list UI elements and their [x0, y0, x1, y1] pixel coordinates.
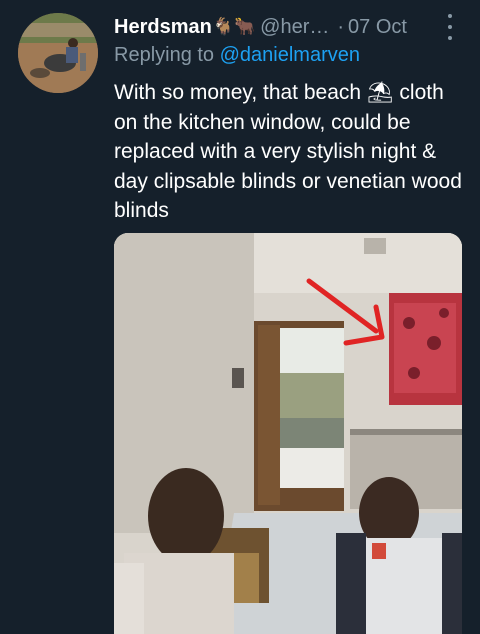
avatar-image — [18, 13, 98, 93]
tweet-media[interactable] — [114, 233, 462, 634]
display-name[interactable]: Herdsman — [114, 16, 212, 39]
replying-to-line: Replying to @danielmarven — [114, 44, 360, 67]
avatar[interactable] — [18, 13, 98, 93]
name-emojis: 🐐🐂 — [212, 17, 256, 36]
handle[interactable]: @her… — [260, 16, 329, 39]
tweet-date[interactable]: 07 Oct — [348, 16, 407, 39]
tweet[interactable]: Herdsman 🐐🐂 @her… · 07 Oct Replying to @… — [0, 0, 480, 634]
tweet-text: With so money, that beach ⛱ cloth on the… — [114, 81, 462, 222]
video-thumbnail — [114, 233, 462, 634]
replying-prefix: Replying to — [114, 44, 215, 66]
more-vertical-icon[interactable] — [444, 14, 456, 40]
replying-to-link[interactable]: @danielmarven — [220, 44, 360, 66]
separator-dot: · — [337, 15, 345, 38]
tweet-header: Herdsman 🐐🐂 @her… · 07 Oct — [114, 12, 464, 42]
